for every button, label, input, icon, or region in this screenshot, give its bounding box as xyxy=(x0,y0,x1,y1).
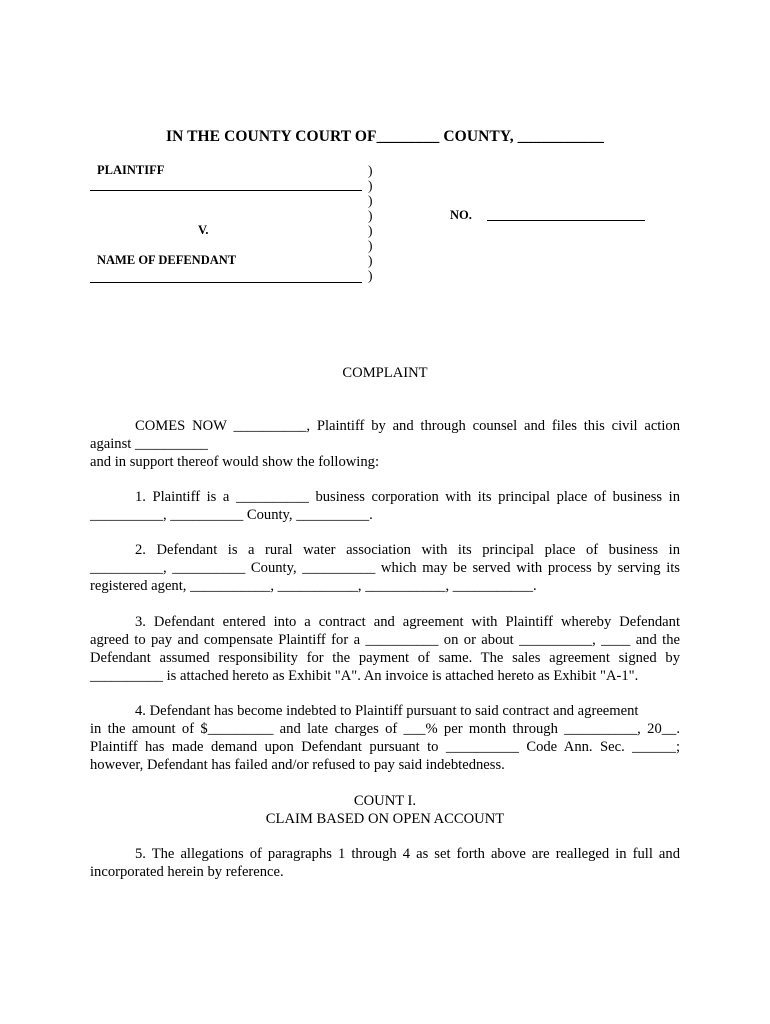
paragraph-5-line: 5. The allegations of paragraphs 1 throu… xyxy=(135,846,680,862)
paragraph-1-line: __________, __________ County, _________… xyxy=(90,507,373,523)
defendant-name-line[interactable] xyxy=(90,282,362,283)
caption-paren: ) xyxy=(368,208,373,223)
versus-label: V. xyxy=(198,223,209,237)
paragraph-3-line: __________ is attached hereto as Exhibit… xyxy=(90,668,639,684)
plaintiff-label: PLAINTIFF xyxy=(97,163,165,177)
court-caption-title: IN THE COUNTY COURT OF________ COUNTY, _… xyxy=(165,128,605,145)
paragraph-4-line: in the amount of $_________ and late cha… xyxy=(90,721,680,737)
paragraph-2-line: registered agent, ___________, _________… xyxy=(90,578,537,594)
intro-line: and in support thereof would show the fo… xyxy=(90,454,379,470)
plaintiff-name-line[interactable] xyxy=(90,190,362,191)
case-number-line[interactable] xyxy=(487,220,645,221)
caption-paren: ) xyxy=(368,268,373,283)
caption-paren: ) xyxy=(368,223,373,238)
paragraph-3-line: 3. Defendant entered into a contract and… xyxy=(135,614,680,630)
case-number-label: NO. xyxy=(450,208,472,222)
caption-paren: ) xyxy=(368,178,373,193)
paragraph-4-line: however, Defendant has failed and/or ref… xyxy=(90,757,505,773)
paragraph-4-line: Plaintiff has made demand upon Defendant… xyxy=(90,739,680,755)
intro-line: COMES NOW __________, Plaintiff by and t… xyxy=(135,418,680,434)
paragraph-5-line: incorporated herein by reference. xyxy=(90,864,284,880)
count-heading: COUNT I. xyxy=(353,793,417,809)
paragraph-1-line: 1. Plaintiff is a __________ business co… xyxy=(135,489,680,505)
paragraph-2-line: __________, __________ County, _________… xyxy=(90,560,680,576)
intro-line: against __________ xyxy=(90,436,208,452)
document-title: COMPLAINT xyxy=(342,365,428,381)
count-subheading: CLAIM BASED ON OPEN ACCOUNT xyxy=(265,811,505,827)
caption-paren: ) xyxy=(368,193,373,208)
defendant-label: NAME OF DEFENDANT xyxy=(97,253,237,267)
paragraph-2-line: 2. Defendant is a rural water associatio… xyxy=(135,542,680,558)
caption-paren: ) xyxy=(368,238,373,253)
caption-paren: ) xyxy=(368,253,373,268)
paragraph-3-line: agreed to pay and compensate Plaintiff f… xyxy=(90,632,680,648)
paragraph-4-line: 4. Defendant has become indebted to Plai… xyxy=(135,703,639,719)
caption-paren: ) xyxy=(368,163,373,178)
paragraph-3-line: Defendant assumed responsibility for the… xyxy=(90,650,680,666)
